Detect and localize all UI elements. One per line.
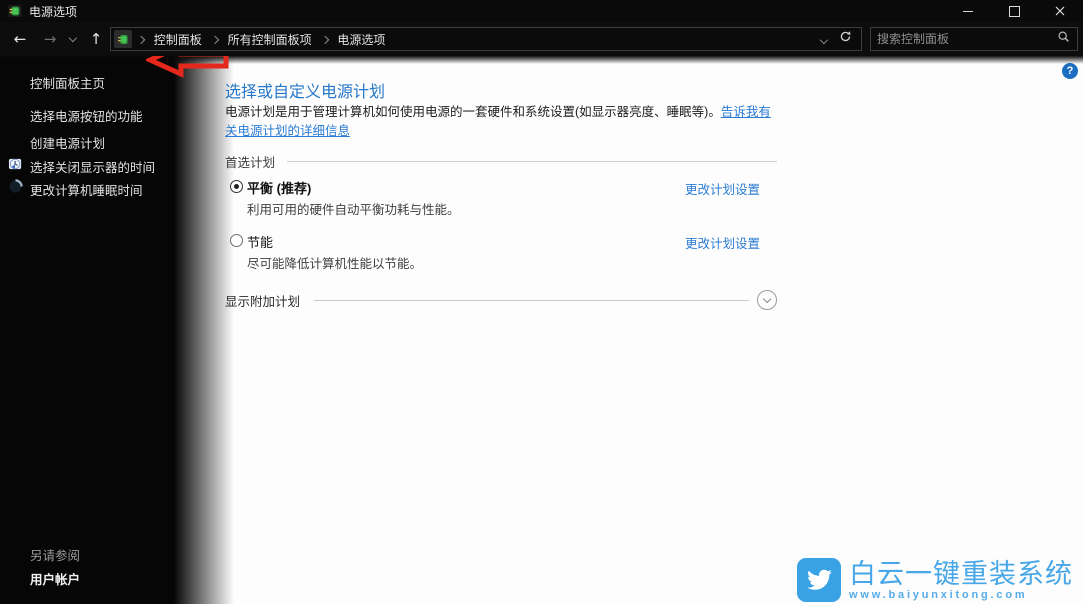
breadcrumb-control-panel[interactable]: 控制面板 [154,31,202,48]
plan-desc-power-saver: 尽可能降低计算机性能以节能。 [247,253,422,272]
plan-name-power-saver: 节能 [247,232,273,251]
additional-plans-label: 显示附加计划 [225,291,300,310]
address-bar[interactable]: 控制面板 所有控制面板项 电源选项 [110,27,862,51]
plan-name-balanced: 平衡 (推荐) [247,178,311,197]
change-plan-settings-link-balanced[interactable]: 更改计划设置 [685,179,760,198]
title-bar: 电源选项 [0,0,1083,22]
power-options-app-icon [8,4,22,18]
intro-paragraph: 电源计划是用于管理计算机如何使用电源的一套硬件和系统设置(如显示器亮度、睡眠等)… [225,103,774,141]
navigation-bar: ← → ↑ 控制面板 所有控制面板项 电源选项 [0,22,1083,56]
close-button[interactable] [1037,0,1083,22]
search-icon[interactable] [1057,30,1070,48]
baiyun-bird-logo-icon [797,558,841,602]
search-input[interactable] [871,32,1057,46]
preferred-plans-section: 首选计划 [225,152,777,171]
change-plan-settings-link-power-saver[interactable]: 更改计划设置 [685,233,760,252]
watermark-url: www.baiyunxitong.com [849,589,1073,601]
help-icon[interactable]: ? [1062,63,1078,79]
recent-pages-chevron-icon[interactable] [66,22,80,56]
additional-plans-divider [314,300,749,301]
back-icon[interactable]: ← [8,22,32,56]
page-title: 选择或自定义电源计划 [225,78,385,102]
window-title: 电源选项 [29,3,945,20]
minimize-button[interactable] [945,0,991,22]
main-content: ? 选择或自定义电源计划 电源计划是用于管理计算机如何使用电源的一套硬件和系统设… [0,56,1083,604]
watermark: 白云一键重装系统 www.baiyunxitong.com [797,558,1073,602]
up-icon[interactable]: ↑ [84,22,108,56]
breadcrumb-separator-icon [138,30,144,48]
plan-desc-balanced: 利用可用的硬件自动平衡功耗与性能。 [247,199,460,218]
power-options-breadcrumb-icon [114,30,132,48]
preferred-plans-label: 首选计划 [225,152,275,171]
additional-plans-row: 显示附加计划 [225,290,777,310]
search-box[interactable] [870,27,1078,51]
breadcrumb-all-items[interactable]: 所有控制面板项 [228,31,312,48]
address-dropdown-chevron-icon[interactable] [821,30,827,48]
forward-icon[interactable]: → [38,22,62,56]
maximize-button[interactable] [991,0,1037,22]
watermark-title: 白云一键重装系统 [849,559,1073,589]
breadcrumb-separator-icon [212,30,218,48]
expand-additional-plans-chevron-icon[interactable] [757,290,777,310]
refresh-icon[interactable] [839,30,852,48]
radio-balanced[interactable] [230,180,243,193]
intro-text: 电源计划是用于管理计算机如何使用电源的一套硬件和系统设置(如显示器亮度、睡眠等)… [225,105,721,119]
breadcrumb-power-options[interactable]: 电源选项 [337,31,385,48]
breadcrumb-separator-icon [322,30,328,48]
radio-power-saver[interactable] [230,234,243,247]
section-divider [287,161,777,162]
